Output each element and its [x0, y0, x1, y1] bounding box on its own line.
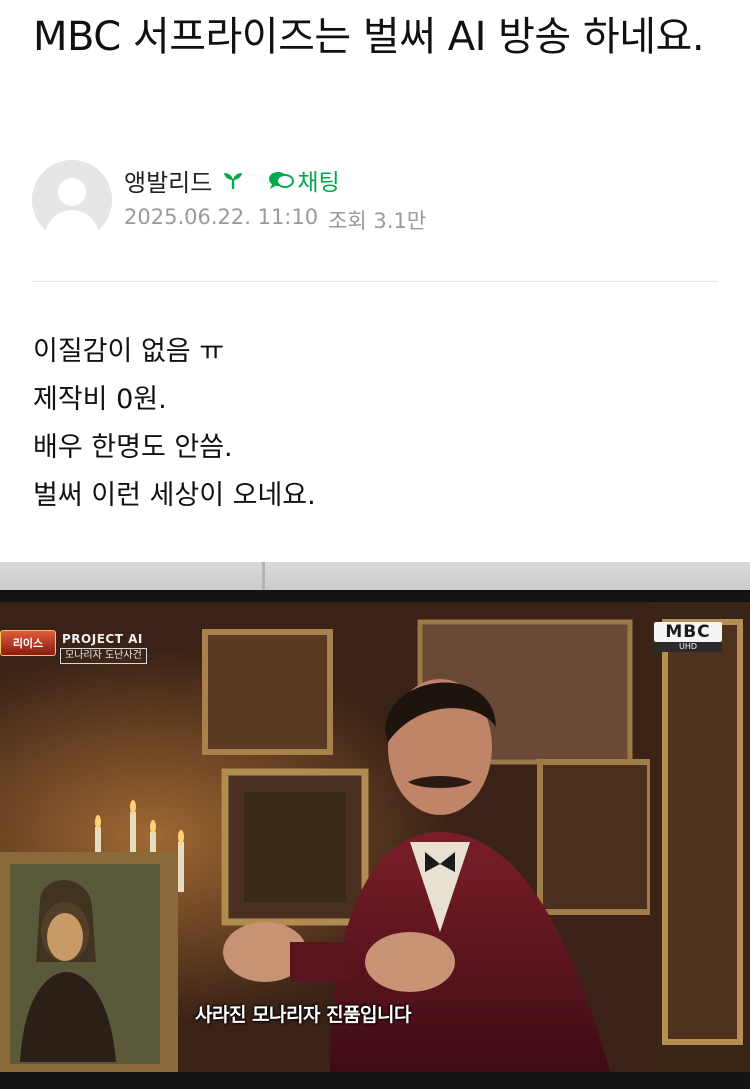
chat-label: 채팅	[297, 170, 340, 196]
author-avatar[interactable]	[32, 160, 112, 240]
video-caption: 사라진 모나리자 진품입니다	[195, 1004, 412, 1026]
broadcaster-name: MBC	[654, 622, 722, 642]
post-title: MBC 서프라이즈는 벌써 AI 방송 하네요.	[33, 14, 705, 60]
divider	[32, 281, 718, 282]
author-name[interactable]: 앵발리드	[124, 163, 212, 198]
chat-bubble-icon	[269, 172, 295, 189]
broadcaster-sub: UHD	[654, 642, 722, 652]
program-logo: 리이스	[0, 630, 56, 656]
body-line: 이질감이 없음 ㅠ	[33, 336, 225, 367]
project-subtitle: 모나리자 도난사건	[60, 648, 147, 664]
tv-screen: 리이스 PROJECT AI 모나리자 도난사건 MBC UHD 사라진 모나리…	[0, 602, 750, 1072]
post-body: 이질감이 없음 ㅠ 제작비 0원. 배우 한명도 안씀. 벌써 이런 세상이 오…	[33, 328, 316, 520]
broadcaster-logo: MBC UHD	[654, 622, 722, 654]
post-meta: 2025.06.22. 11:10 조회 3.1만	[124, 205, 426, 235]
default-avatar-icon	[32, 160, 112, 240]
view-count: 조회 3.1만	[328, 209, 427, 233]
body-line: 벌써 이런 세상이 오네요.	[33, 480, 316, 511]
project-title: PROJECT AI	[62, 632, 143, 646]
post-date: 2025.06.22. 11:10	[124, 205, 319, 229]
sprout-icon	[224, 173, 243, 189]
body-line: 제작비 0원.	[33, 384, 167, 415]
author-row: 앵발리드 채팅	[124, 163, 340, 197]
post-photo[interactable]: 리이스 PROJECT AI 모나리자 도난사건 MBC UHD 사라진 모나리…	[0, 562, 750, 1089]
chat-button[interactable]: 채팅	[268, 163, 340, 197]
body-line: 배우 한명도 안씀.	[33, 432, 233, 463]
